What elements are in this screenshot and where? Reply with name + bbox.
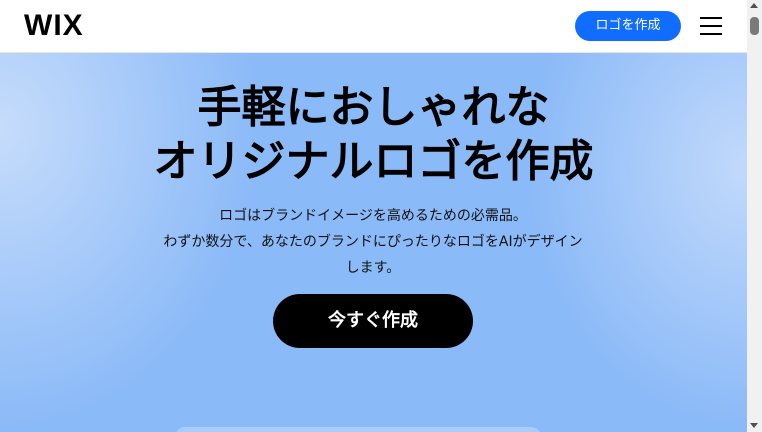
hamburger-line [700,33,722,35]
scroll-up-arrow-icon[interactable] [750,3,758,8]
scrollbar-thumb[interactable] [750,17,759,35]
vertical-scrollbar[interactable] [747,0,762,432]
hero-description: ロゴはブランドイメージを高めるための必需品。 わずか数分で、あなたのブランドにぴ… [120,203,626,281]
hero-headline-line1: 手軽におしゃれな [197,82,550,133]
hamburger-line [700,25,722,27]
hero-headline-line2: オリジナルロゴを作成 [153,136,594,187]
hero-description-line3: します。 [345,260,401,276]
wix-logo[interactable]: WIX [24,10,84,42]
hero-description-line2: わずか数分で、あなたのブランドにぴったりなロゴをAIがデザイン [163,234,583,250]
hero-headline: 手軽におしゃれな オリジナルロゴを作成 [0,81,747,189]
scroll-down-arrow-icon[interactable] [750,423,758,428]
hero-section: 手軽におしゃれな オリジナルロゴを作成 ロゴはブランドイメージを高めるための必需… [0,53,747,432]
hamburger-menu-icon[interactable] [700,16,722,36]
hero-description-line1: ロゴはブランドイメージを高めるための必需品。 [219,208,527,224]
page: WIX ロゴを作成 手軽におしゃれな オリジナルロゴを作成 ロゴはブランドイメー… [0,0,762,432]
hamburger-line [700,17,722,19]
site-header: WIX ロゴを作成 [0,0,747,53]
page-content: WIX ロゴを作成 手軽におしゃれな オリジナルロゴを作成 ロゴはブランドイメー… [0,0,747,432]
preview-card-edge [175,427,541,432]
start-now-button[interactable]: 今すぐ作成 [273,294,473,348]
create-logo-button[interactable]: ロゴを作成 [575,11,681,41]
